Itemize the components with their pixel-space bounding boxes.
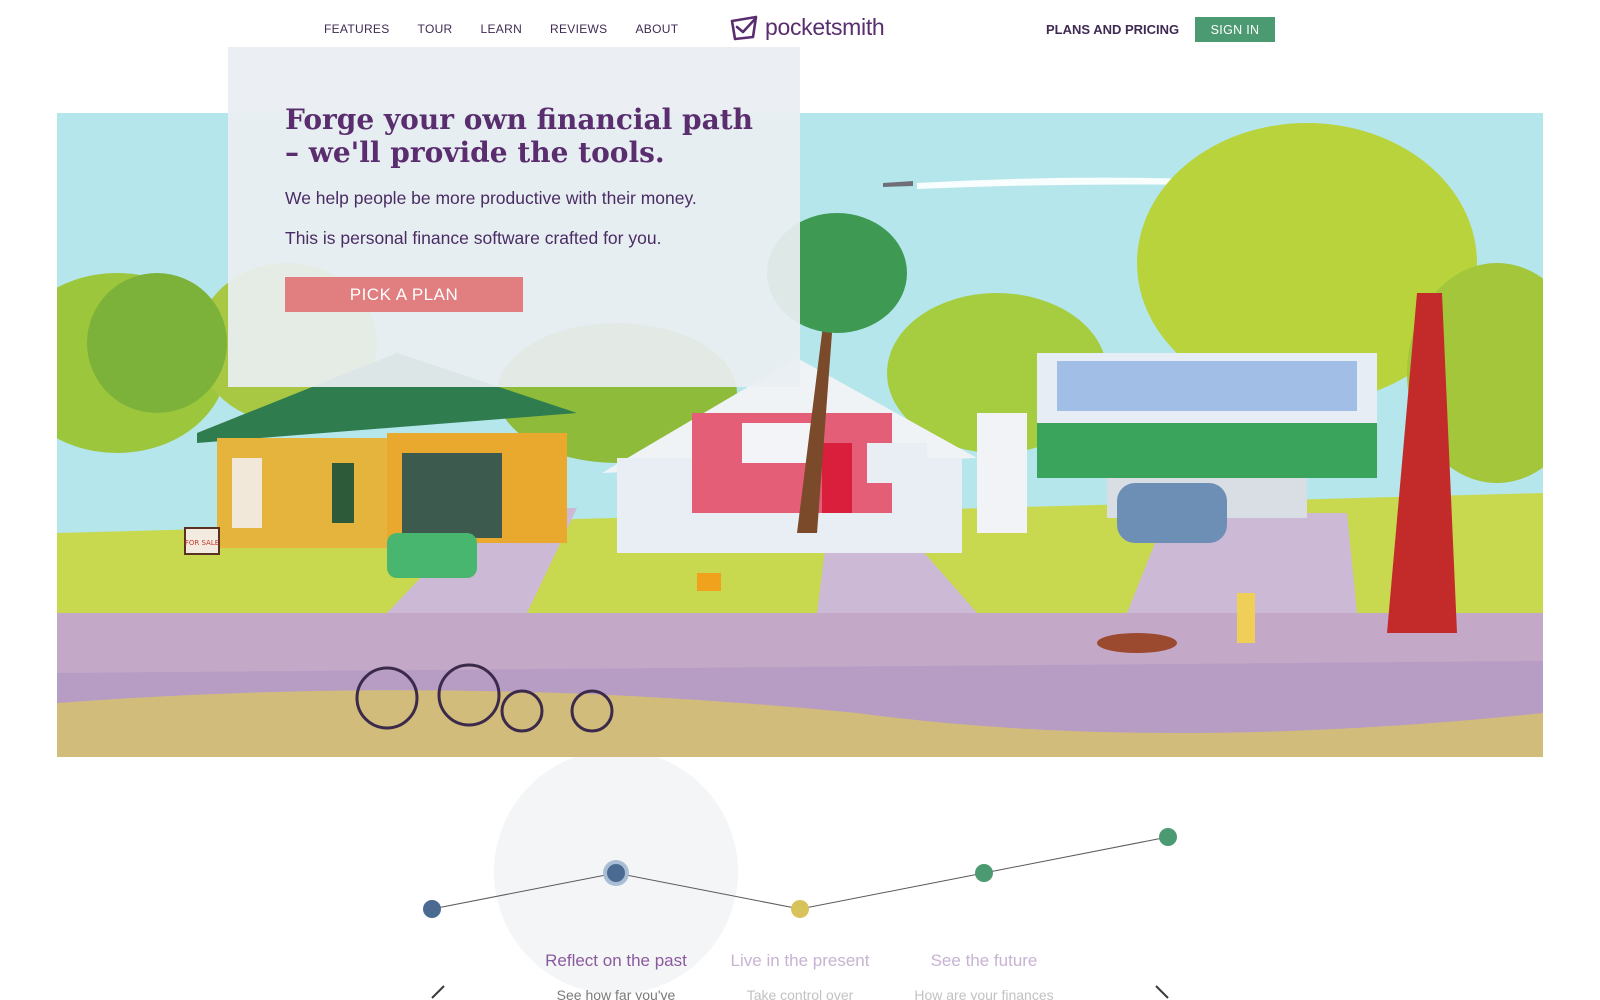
timeline-point-5[interactable] <box>1159 828 1177 846</box>
timeline-point-3[interactable] <box>791 900 809 918</box>
hero-card: Forge your own financial path – we'll pr… <box>228 47 800 387</box>
sign-in-button[interactable]: SIGN IN <box>1195 17 1275 42</box>
chevron-left-icon[interactable] <box>424 983 450 1000</box>
step-desc-present: Take control over <box>746 987 854 1000</box>
step-label-future[interactable]: See the future <box>884 951 1084 971</box>
timeline-section: Reflect on the past Live in the present … <box>0 757 1600 1000</box>
for-sale-sign-text: FOR SALE <box>185 539 219 547</box>
timeline-point-2[interactable] <box>607 864 625 882</box>
pick-a-plan-button[interactable]: PICK A PLAN <box>285 277 523 312</box>
brand-wordmark: pocketsmith <box>765 14 885 40</box>
step-label-past[interactable]: Reflect on the past <box>516 951 716 971</box>
nav-link-about[interactable]: ABOUT <box>635 22 678 36</box>
step-desc-future: How are your finances <box>914 987 1054 1000</box>
brand-logo[interactable]: pocketsmith <box>729 14 885 41</box>
hero-subtitle-2: This is personal finance software crafte… <box>285 228 662 248</box>
plans-and-pricing-link[interactable]: PLANS AND PRICING <box>1046 22 1179 37</box>
hero-subtitle-1: We help people be more productive with t… <box>285 188 697 208</box>
pocketsmith-logo-icon <box>730 15 758 40</box>
hero-title-line-1: Forge your own financial path <box>285 103 754 136</box>
chevron-right-icon[interactable] <box>1150 983 1176 1000</box>
nav-link-reviews[interactable]: REVIEWS <box>550 22 607 36</box>
timeline-point-1[interactable] <box>423 900 441 918</box>
primary-nav: FEATURES TOUR LEARN REVIEWS ABOUT <box>324 22 678 36</box>
step-desc-past: See how far you've <box>556 987 676 1000</box>
nav-link-tour[interactable]: TOUR <box>418 22 453 36</box>
hero-title: Forge your own financial path – we'll pr… <box>285 103 755 169</box>
nav-link-features[interactable]: FEATURES <box>324 22 390 36</box>
step-label-present[interactable]: Live in the present <box>700 951 900 971</box>
timeline-point-4[interactable] <box>975 864 993 882</box>
hero-title-line-2: – we'll provide the tools. <box>285 136 665 169</box>
nav-link-learn[interactable]: LEARN <box>481 22 523 36</box>
